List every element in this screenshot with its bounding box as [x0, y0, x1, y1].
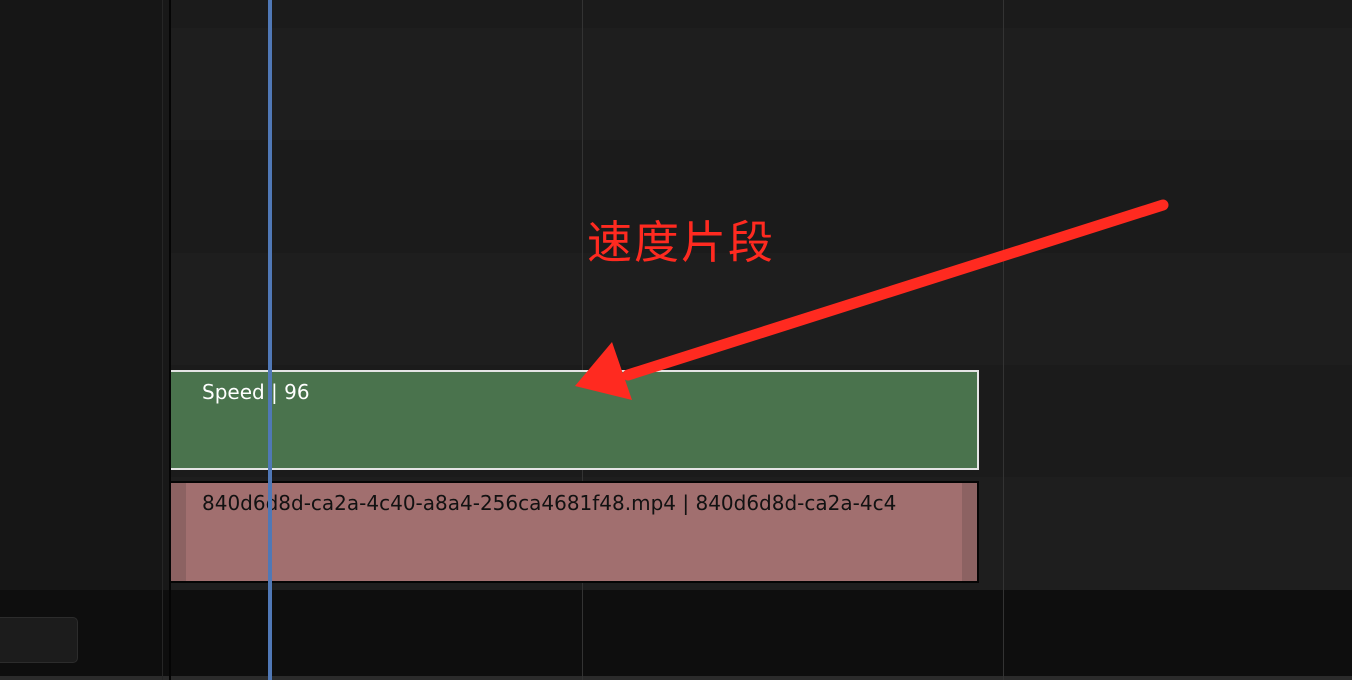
channel-header-panel [0, 0, 162, 590]
speed-strip-label: Speed | 96 [202, 380, 310, 404]
channel-lane [170, 0, 1352, 28]
scene-start-line [169, 0, 171, 680]
channel-lane [170, 28, 1352, 140]
annotation-label: 速度片段 [587, 216, 776, 269]
playhead[interactable] [268, 0, 272, 680]
strip-right-handle[interactable] [962, 483, 977, 581]
movie-strip[interactable]: 840d6d8d-ca2a-4c40-a8a4-256ca4681f48.mp4… [169, 481, 979, 583]
region-border [0, 676, 1352, 680]
strip-left-handle[interactable] [171, 483, 186, 581]
bottom-panel [0, 590, 1352, 680]
panel-toggle-button[interactable] [0, 617, 78, 663]
panel-divider [162, 0, 163, 680]
frame-grid-line [1003, 0, 1004, 680]
sequencer-editor: Speed | 96 840d6d8d-ca2a-4c40-a8a4-256ca… [0, 0, 1352, 680]
speed-strip[interactable]: Speed | 96 [169, 370, 979, 470]
movie-strip-label: 840d6d8d-ca2a-4c40-a8a4-256ca4681f48.mp4… [202, 491, 897, 515]
